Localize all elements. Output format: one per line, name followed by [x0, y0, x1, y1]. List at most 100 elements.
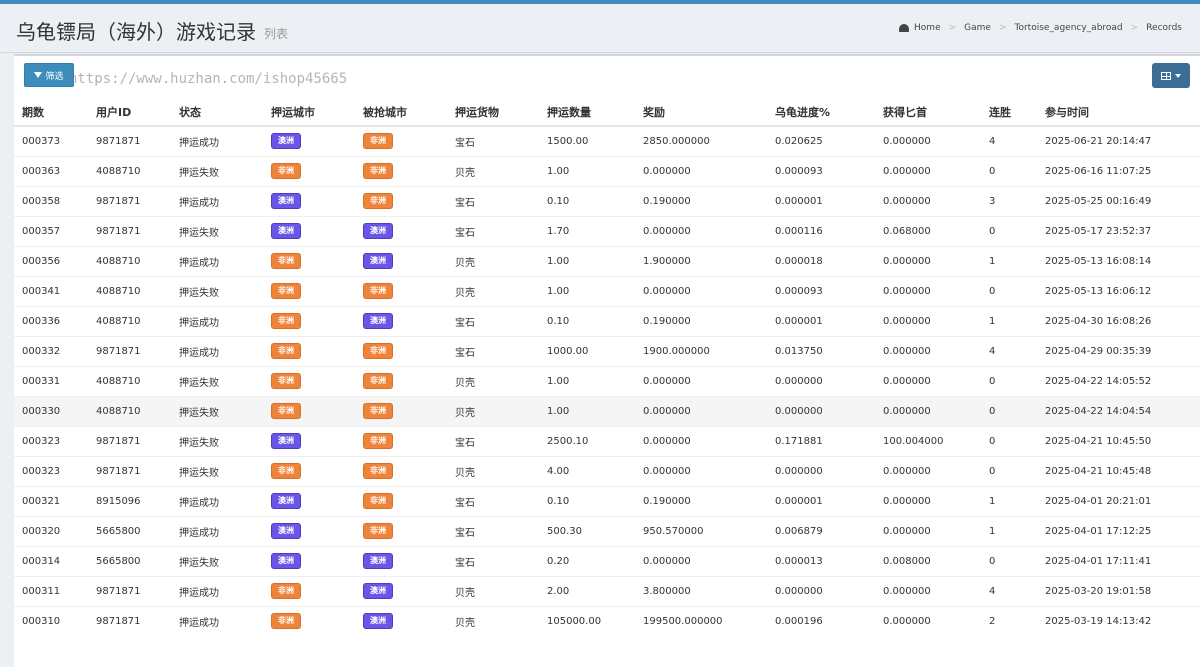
table-cell: 000321 — [14, 485, 74, 516]
table-row[interactable]: 000311 9871871 押运成功 非洲 澳洲 贝壳 2.00 3.800000 0.000… — [14, 575, 1200, 606]
table-cell: 0.190000 — [621, 305, 753, 336]
table-cell: 1000.00 — [525, 335, 621, 366]
table-row[interactable]: 000356 4088710 押运成功 非洲 澳洲 贝壳 1.00 1.900000 0.000… — [14, 245, 1200, 276]
table-cell: 000357 — [14, 215, 74, 246]
filter-button[interactable]: 筛选 — [24, 63, 74, 87]
robbed-city-badge: 澳洲 — [363, 553, 393, 569]
table-cell: 000341 — [14, 275, 74, 306]
table-row[interactable]: 000330 4088710 押运失败 非洲 非洲 贝壳 1.00 0.000000 0.000… — [14, 395, 1200, 426]
table-row[interactable]: 000336 4088710 押运成功 非洲 澳洲 宝石 0.10 0.190000 0.000… — [14, 305, 1200, 336]
table-cell: 贝壳 — [433, 575, 525, 606]
table-cell: 4 — [967, 335, 1023, 366]
table-row[interactable]: 000358 9871871 押运成功 澳洲 非洲 宝石 0.10 0.190000 0.000… — [14, 185, 1200, 216]
column-header[interactable]: 押运货物 — [433, 98, 525, 127]
table-cell: 0.190000 — [621, 485, 753, 516]
breadcrumb-tortoise-agency[interactable]: Tortoise_agency_abroad — [1015, 23, 1123, 33]
table-row[interactable]: 000373 9871871 押运成功 澳洲 非洲 宝石 1500.00 2850.00000… — [14, 125, 1200, 156]
table-cell: 1.00 — [525, 245, 621, 276]
table-cell: 澳洲 — [249, 515, 341, 546]
table-cell: 非洲 — [341, 365, 433, 396]
table-cell: 105000.00 — [525, 605, 621, 636]
watermark-text: https://www.huzhan.com/ishop45665 — [69, 71, 348, 87]
table-cell: 000373 — [14, 125, 74, 156]
table-row[interactable]: 000363 4088710 押运失败 非洲 非洲 贝壳 1.00 0.000000 0.000… — [14, 155, 1200, 186]
page-title: 乌龟镖局（海外）游戏记录 列表 — [16, 16, 288, 45]
table-cell: 0 — [967, 545, 1023, 576]
table-cell: 0.000000 — [861, 155, 967, 186]
escort-city-badge: 非洲 — [271, 463, 301, 479]
table-row[interactable]: 000357 9871871 押运失败 澳洲 澳洲 宝石 1.70 0.000000 0.000… — [14, 215, 1200, 246]
table-cell: 押运失败 — [157, 545, 249, 576]
table-cell: 0.000001 — [753, 185, 861, 216]
table-cell: 澳洲 — [249, 545, 341, 576]
table-cell: 0.068000 — [861, 215, 967, 246]
table-cell: 澳洲 — [341, 575, 433, 606]
column-header[interactable]: 奖励 — [621, 98, 753, 127]
robbed-city-badge: 非洲 — [363, 523, 393, 539]
table-row[interactable]: 000310 9871871 押运成功 非洲 澳洲 贝壳 105000.00 199500.0… — [14, 605, 1200, 636]
filter-icon — [34, 72, 43, 78]
breadcrumb-game[interactable]: Game — [964, 23, 991, 33]
table-cell: 1 — [967, 245, 1023, 276]
table-cell: 0.000000 — [621, 365, 753, 396]
table-cell: 贝壳 — [433, 245, 525, 276]
table-cell: 2025-03-20 19:01:58 — [1023, 575, 1200, 606]
breadcrumb-home[interactable]: Home — [914, 23, 941, 33]
table-cell: 非洲 — [341, 455, 433, 486]
table-cell: 0.000013 — [753, 545, 861, 576]
table-cell: 押运成功 — [157, 515, 249, 546]
table-cell: 1900.000000 — [621, 335, 753, 366]
table-body: 000373 9871871 押运成功 澳洲 非洲 宝石 1500.00 2850.00000… — [14, 125, 1200, 636]
table-cell: 2025-04-01 17:12:25 — [1023, 515, 1200, 546]
table-row[interactable]: 000332 9871871 押运成功 非洲 非洲 宝石 1000.00 1900.00000… — [14, 335, 1200, 366]
table-cell: 非洲 — [249, 305, 341, 336]
column-header[interactable]: 状态 — [157, 98, 249, 127]
table-cell: 押运成功 — [157, 605, 249, 636]
column-header[interactable]: 期数 — [14, 98, 74, 127]
table-row[interactable]: 000323 9871871 押运失败 澳洲 非洲 宝石 2500.10 0.000000 0.… — [14, 425, 1200, 456]
robbed-city-badge: 非洲 — [363, 493, 393, 509]
table-cell: 押运失败 — [157, 425, 249, 456]
table-row[interactable]: 000341 4088710 押运失败 非洲 非洲 贝壳 1.00 0.000000 0.000… — [14, 275, 1200, 306]
column-header[interactable]: 参与时间 — [1023, 98, 1200, 127]
table-row[interactable]: 000320 5665800 押运成功 澳洲 非洲 宝石 500.30 950.570000 0… — [14, 515, 1200, 546]
breadcrumb-records: Records — [1146, 23, 1182, 33]
column-header[interactable]: 用户ID — [74, 98, 157, 127]
table-row[interactable]: 000331 4088710 押运失败 非洲 非洲 贝壳 1.00 0.000000 0.000… — [14, 365, 1200, 396]
table-cell: 000363 — [14, 155, 74, 186]
table-cell: 非洲 — [249, 365, 341, 396]
table-cell: 4088710 — [74, 155, 157, 186]
table-cell: 非洲 — [341, 155, 433, 186]
table-cell: 非洲 — [249, 335, 341, 366]
table-cell: 非洲 — [249, 455, 341, 486]
column-header[interactable]: 押运数量 — [525, 98, 621, 127]
table-cell: 000330 — [14, 395, 74, 426]
table-cell: 0.000000 — [621, 395, 753, 426]
table-cell: 1 — [967, 515, 1023, 546]
column-header[interactable]: 被抢城市 — [341, 98, 433, 127]
table-cell: 0.000000 — [861, 485, 967, 516]
columns-toggle-button[interactable] — [1152, 63, 1190, 88]
table-cell: 2025-04-21 10:45:50 — [1023, 425, 1200, 456]
table-cell: 2025-04-01 17:11:41 — [1023, 545, 1200, 576]
table-row[interactable]: 000314 5665800 押运失败 澳洲 澳洲 宝石 0.20 0.000000 0.000… — [14, 545, 1200, 576]
table-cell: 4088710 — [74, 245, 157, 276]
table-cell: 0.000093 — [753, 275, 861, 306]
column-header[interactable]: 乌龟进度% — [753, 98, 861, 127]
table-cell: 押运成功 — [157, 305, 249, 336]
table-cell: 0.000000 — [621, 215, 753, 246]
table-cell: 4088710 — [74, 365, 157, 396]
table-cell: 0.000018 — [753, 245, 861, 276]
table-row[interactable]: 000323 9871871 押运失败 非洲 非洲 贝壳 4.00 0.000000 0.000… — [14, 455, 1200, 486]
column-header[interactable]: 获得匕首 — [861, 98, 967, 127]
table-cell: 0.000000 — [753, 455, 861, 486]
escort-city-badge: 澳洲 — [271, 523, 301, 539]
table-cell: 澳洲 — [341, 305, 433, 336]
table-row[interactable]: 000321 8915096 押运成功 澳洲 非洲 宝石 0.10 0.190000 0.000… — [14, 485, 1200, 516]
table-cell: 押运失败 — [157, 275, 249, 306]
table-cell: 宝石 — [433, 515, 525, 546]
column-header[interactable]: 押运城市 — [249, 98, 341, 127]
table-cell: 非洲 — [249, 605, 341, 636]
column-header[interactable]: 连胜 — [967, 98, 1023, 127]
table-cell: 2025-05-17 23:52:37 — [1023, 215, 1200, 246]
